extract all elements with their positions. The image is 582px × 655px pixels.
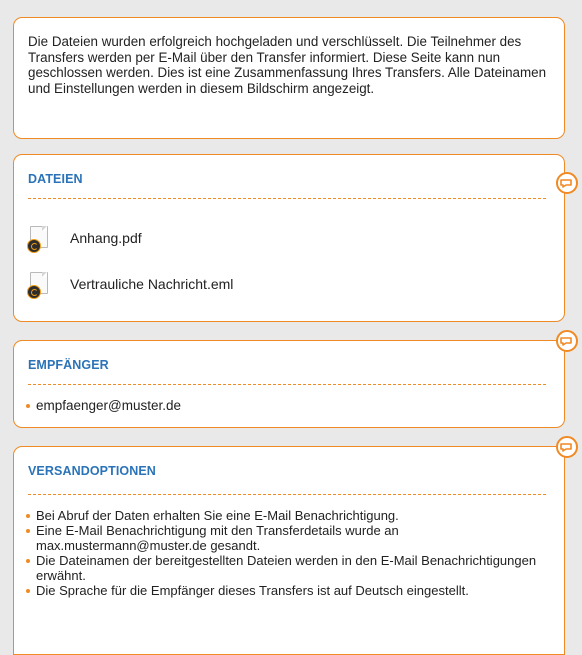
edit-icon bbox=[560, 337, 572, 346]
options-list: Bei Abruf der Daten erhalten Sie eine E-… bbox=[26, 508, 550, 598]
recipient-item: empfaenger@muster.de bbox=[26, 398, 550, 413]
file-icon bbox=[27, 226, 48, 253]
recipients-title: EMPFÄNGER bbox=[28, 358, 109, 372]
options-divider bbox=[28, 494, 546, 495]
file-name: Anhang.pdf bbox=[70, 230, 142, 246]
file-icon bbox=[27, 272, 48, 299]
recipients-list: empfaenger@muster.de bbox=[26, 398, 550, 413]
option-item: Eine E-Mail Benachrichtigung mit den Tra… bbox=[26, 523, 550, 553]
file-item: Vertrauliche Nachricht.eml bbox=[27, 271, 234, 299]
files-divider bbox=[28, 198, 546, 199]
recipients-divider bbox=[28, 384, 546, 385]
recipients-card: EMPFÄNGER empfaenger@muster.de bbox=[13, 340, 565, 428]
option-item: Bei Abruf der Daten erhalten Sie eine E-… bbox=[26, 508, 550, 523]
files-card: DATEIEN Anhang.pdf Vertrauliche Nachrich… bbox=[13, 154, 565, 322]
options-card: VERSANDOPTIONEN Bei Abruf der Daten erha… bbox=[13, 446, 565, 655]
transfer-summary: Die Dateien wurden erfolgreich hochgelad… bbox=[0, 0, 582, 655]
intro-text: Die Dateien wurden erfolgreich hochgelad… bbox=[28, 34, 547, 96]
file-item: Anhang.pdf bbox=[27, 225, 142, 253]
option-item: Die Sprache für die Empfänger dieses Tra… bbox=[26, 583, 550, 598]
edit-options-button[interactable] bbox=[556, 436, 578, 458]
edit-icon bbox=[560, 443, 572, 452]
file-name: Vertrauliche Nachricht.eml bbox=[70, 276, 234, 292]
edit-files-button[interactable] bbox=[556, 172, 578, 194]
files-title: DATEIEN bbox=[28, 172, 83, 186]
intro-card: Die Dateien wurden erfolgreich hochgelad… bbox=[13, 17, 565, 139]
options-title: VERSANDOPTIONEN bbox=[28, 464, 156, 478]
edit-icon bbox=[560, 179, 572, 188]
edit-recipients-button[interactable] bbox=[556, 330, 578, 352]
option-item: Die Dateinamen der bereitgestellten Date… bbox=[26, 553, 550, 583]
